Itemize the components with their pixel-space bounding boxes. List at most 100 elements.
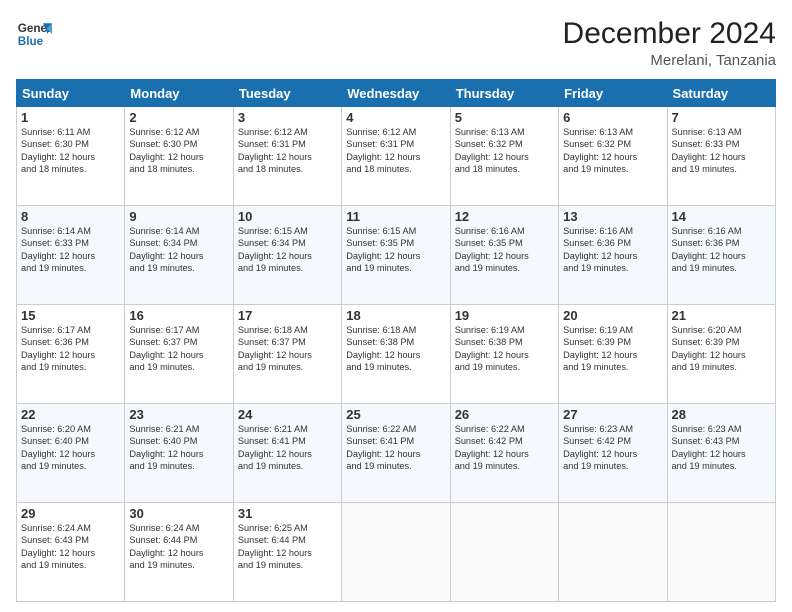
day-number: 1 [21,110,120,125]
calendar-cell: 31Sunrise: 6:25 AMSunset: 6:44 PMDayligh… [233,503,341,602]
day-number: 31 [238,506,337,521]
day-info: Sunrise: 6:16 AMSunset: 6:35 PMDaylight:… [455,225,554,275]
day-number: 29 [21,506,120,521]
page: General Blue December 2024 Merelani, Tan… [0,0,792,612]
day-header: Sunday [17,80,125,107]
day-header: Monday [125,80,233,107]
header: General Blue December 2024 Merelani, Tan… [16,16,776,69]
calendar-cell: 1Sunrise: 6:11 AMSunset: 6:30 PMDaylight… [17,107,125,206]
logo: General Blue [16,16,52,52]
day-info: Sunrise: 6:16 AMSunset: 6:36 PMDaylight:… [672,225,771,275]
day-info: Sunrise: 6:18 AMSunset: 6:37 PMDaylight:… [238,324,337,374]
day-info: Sunrise: 6:24 AMSunset: 6:44 PMDaylight:… [129,522,228,572]
calendar-cell: 9Sunrise: 6:14 AMSunset: 6:34 PMDaylight… [125,206,233,305]
day-number: 17 [238,308,337,323]
calendar-cell [559,503,667,602]
day-number: 4 [346,110,445,125]
day-number: 23 [129,407,228,422]
day-info: Sunrise: 6:20 AMSunset: 6:39 PMDaylight:… [672,324,771,374]
calendar-cell: 12Sunrise: 6:16 AMSunset: 6:35 PMDayligh… [450,206,558,305]
day-number: 13 [563,209,662,224]
day-number: 10 [238,209,337,224]
calendar-week-row: 15Sunrise: 6:17 AMSunset: 6:36 PMDayligh… [17,305,776,404]
day-number: 27 [563,407,662,422]
day-info: Sunrise: 6:13 AMSunset: 6:32 PMDaylight:… [563,126,662,176]
day-info: Sunrise: 6:12 AMSunset: 6:31 PMDaylight:… [346,126,445,176]
calendar-cell: 6Sunrise: 6:13 AMSunset: 6:32 PMDaylight… [559,107,667,206]
day-number: 22 [21,407,120,422]
svg-text:Blue: Blue [18,35,44,48]
day-info: Sunrise: 6:17 AMSunset: 6:37 PMDaylight:… [129,324,228,374]
day-info: Sunrise: 6:21 AMSunset: 6:40 PMDaylight:… [129,423,228,473]
day-info: Sunrise: 6:15 AMSunset: 6:34 PMDaylight:… [238,225,337,275]
day-number: 30 [129,506,228,521]
calendar-cell: 29Sunrise: 6:24 AMSunset: 6:43 PMDayligh… [17,503,125,602]
day-number: 24 [238,407,337,422]
day-info: Sunrise: 6:21 AMSunset: 6:41 PMDaylight:… [238,423,337,473]
day-info: Sunrise: 6:13 AMSunset: 6:32 PMDaylight:… [455,126,554,176]
main-title: December 2024 [563,16,776,52]
calendar-cell: 25Sunrise: 6:22 AMSunset: 6:41 PMDayligh… [342,404,450,503]
day-number: 5 [455,110,554,125]
day-info: Sunrise: 6:22 AMSunset: 6:42 PMDaylight:… [455,423,554,473]
title-block: December 2024 Merelani, Tanzania [563,16,776,69]
day-number: 28 [672,407,771,422]
day-info: Sunrise: 6:24 AMSunset: 6:43 PMDaylight:… [21,522,120,572]
day-number: 20 [563,308,662,323]
day-header: Saturday [667,80,775,107]
calendar-cell: 23Sunrise: 6:21 AMSunset: 6:40 PMDayligh… [125,404,233,503]
day-info: Sunrise: 6:11 AMSunset: 6:30 PMDaylight:… [21,126,120,176]
day-number: 19 [455,308,554,323]
day-info: Sunrise: 6:23 AMSunset: 6:42 PMDaylight:… [563,423,662,473]
day-info: Sunrise: 6:19 AMSunset: 6:38 PMDaylight:… [455,324,554,374]
calendar-cell: 11Sunrise: 6:15 AMSunset: 6:35 PMDayligh… [342,206,450,305]
day-number: 25 [346,407,445,422]
day-header: Thursday [450,80,558,107]
day-info: Sunrise: 6:14 AMSunset: 6:34 PMDaylight:… [129,225,228,275]
logo-icon: General Blue [16,16,52,52]
day-header: Tuesday [233,80,341,107]
day-number: 3 [238,110,337,125]
day-info: Sunrise: 6:13 AMSunset: 6:33 PMDaylight:… [672,126,771,176]
calendar-week-row: 29Sunrise: 6:24 AMSunset: 6:43 PMDayligh… [17,503,776,602]
calendar-cell: 13Sunrise: 6:16 AMSunset: 6:36 PMDayligh… [559,206,667,305]
day-info: Sunrise: 6:12 AMSunset: 6:31 PMDaylight:… [238,126,337,176]
day-number: 7 [672,110,771,125]
day-info: Sunrise: 6:23 AMSunset: 6:43 PMDaylight:… [672,423,771,473]
day-number: 9 [129,209,228,224]
calendar-cell: 7Sunrise: 6:13 AMSunset: 6:33 PMDaylight… [667,107,775,206]
day-info: Sunrise: 6:12 AMSunset: 6:30 PMDaylight:… [129,126,228,176]
day-number: 15 [21,308,120,323]
calendar-cell: 20Sunrise: 6:19 AMSunset: 6:39 PMDayligh… [559,305,667,404]
day-number: 8 [21,209,120,224]
calendar-cell: 26Sunrise: 6:22 AMSunset: 6:42 PMDayligh… [450,404,558,503]
calendar-cell: 2Sunrise: 6:12 AMSunset: 6:30 PMDaylight… [125,107,233,206]
day-number: 18 [346,308,445,323]
day-info: Sunrise: 6:15 AMSunset: 6:35 PMDaylight:… [346,225,445,275]
calendar-cell: 19Sunrise: 6:19 AMSunset: 6:38 PMDayligh… [450,305,558,404]
calendar-cell: 10Sunrise: 6:15 AMSunset: 6:34 PMDayligh… [233,206,341,305]
calendar-cell: 3Sunrise: 6:12 AMSunset: 6:31 PMDaylight… [233,107,341,206]
day-number: 2 [129,110,228,125]
day-header: Wednesday [342,80,450,107]
calendar-body: 1Sunrise: 6:11 AMSunset: 6:30 PMDaylight… [17,107,776,602]
calendar-cell: 27Sunrise: 6:23 AMSunset: 6:42 PMDayligh… [559,404,667,503]
calendar-cell: 28Sunrise: 6:23 AMSunset: 6:43 PMDayligh… [667,404,775,503]
calendar-cell: 30Sunrise: 6:24 AMSunset: 6:44 PMDayligh… [125,503,233,602]
calendar-week-row: 22Sunrise: 6:20 AMSunset: 6:40 PMDayligh… [17,404,776,503]
day-info: Sunrise: 6:25 AMSunset: 6:44 PMDaylight:… [238,522,337,572]
calendar-cell [342,503,450,602]
day-header: Friday [559,80,667,107]
day-info: Sunrise: 6:19 AMSunset: 6:39 PMDaylight:… [563,324,662,374]
day-info: Sunrise: 6:14 AMSunset: 6:33 PMDaylight:… [21,225,120,275]
calendar-cell: 21Sunrise: 6:20 AMSunset: 6:39 PMDayligh… [667,305,775,404]
day-number: 21 [672,308,771,323]
calendar-cell: 4Sunrise: 6:12 AMSunset: 6:31 PMDaylight… [342,107,450,206]
day-number: 6 [563,110,662,125]
day-info: Sunrise: 6:22 AMSunset: 6:41 PMDaylight:… [346,423,445,473]
calendar-cell [450,503,558,602]
calendar-header-row: SundayMondayTuesdayWednesdayThursdayFrid… [17,80,776,107]
day-info: Sunrise: 6:17 AMSunset: 6:36 PMDaylight:… [21,324,120,374]
day-number: 14 [672,209,771,224]
day-info: Sunrise: 6:20 AMSunset: 6:40 PMDaylight:… [21,423,120,473]
